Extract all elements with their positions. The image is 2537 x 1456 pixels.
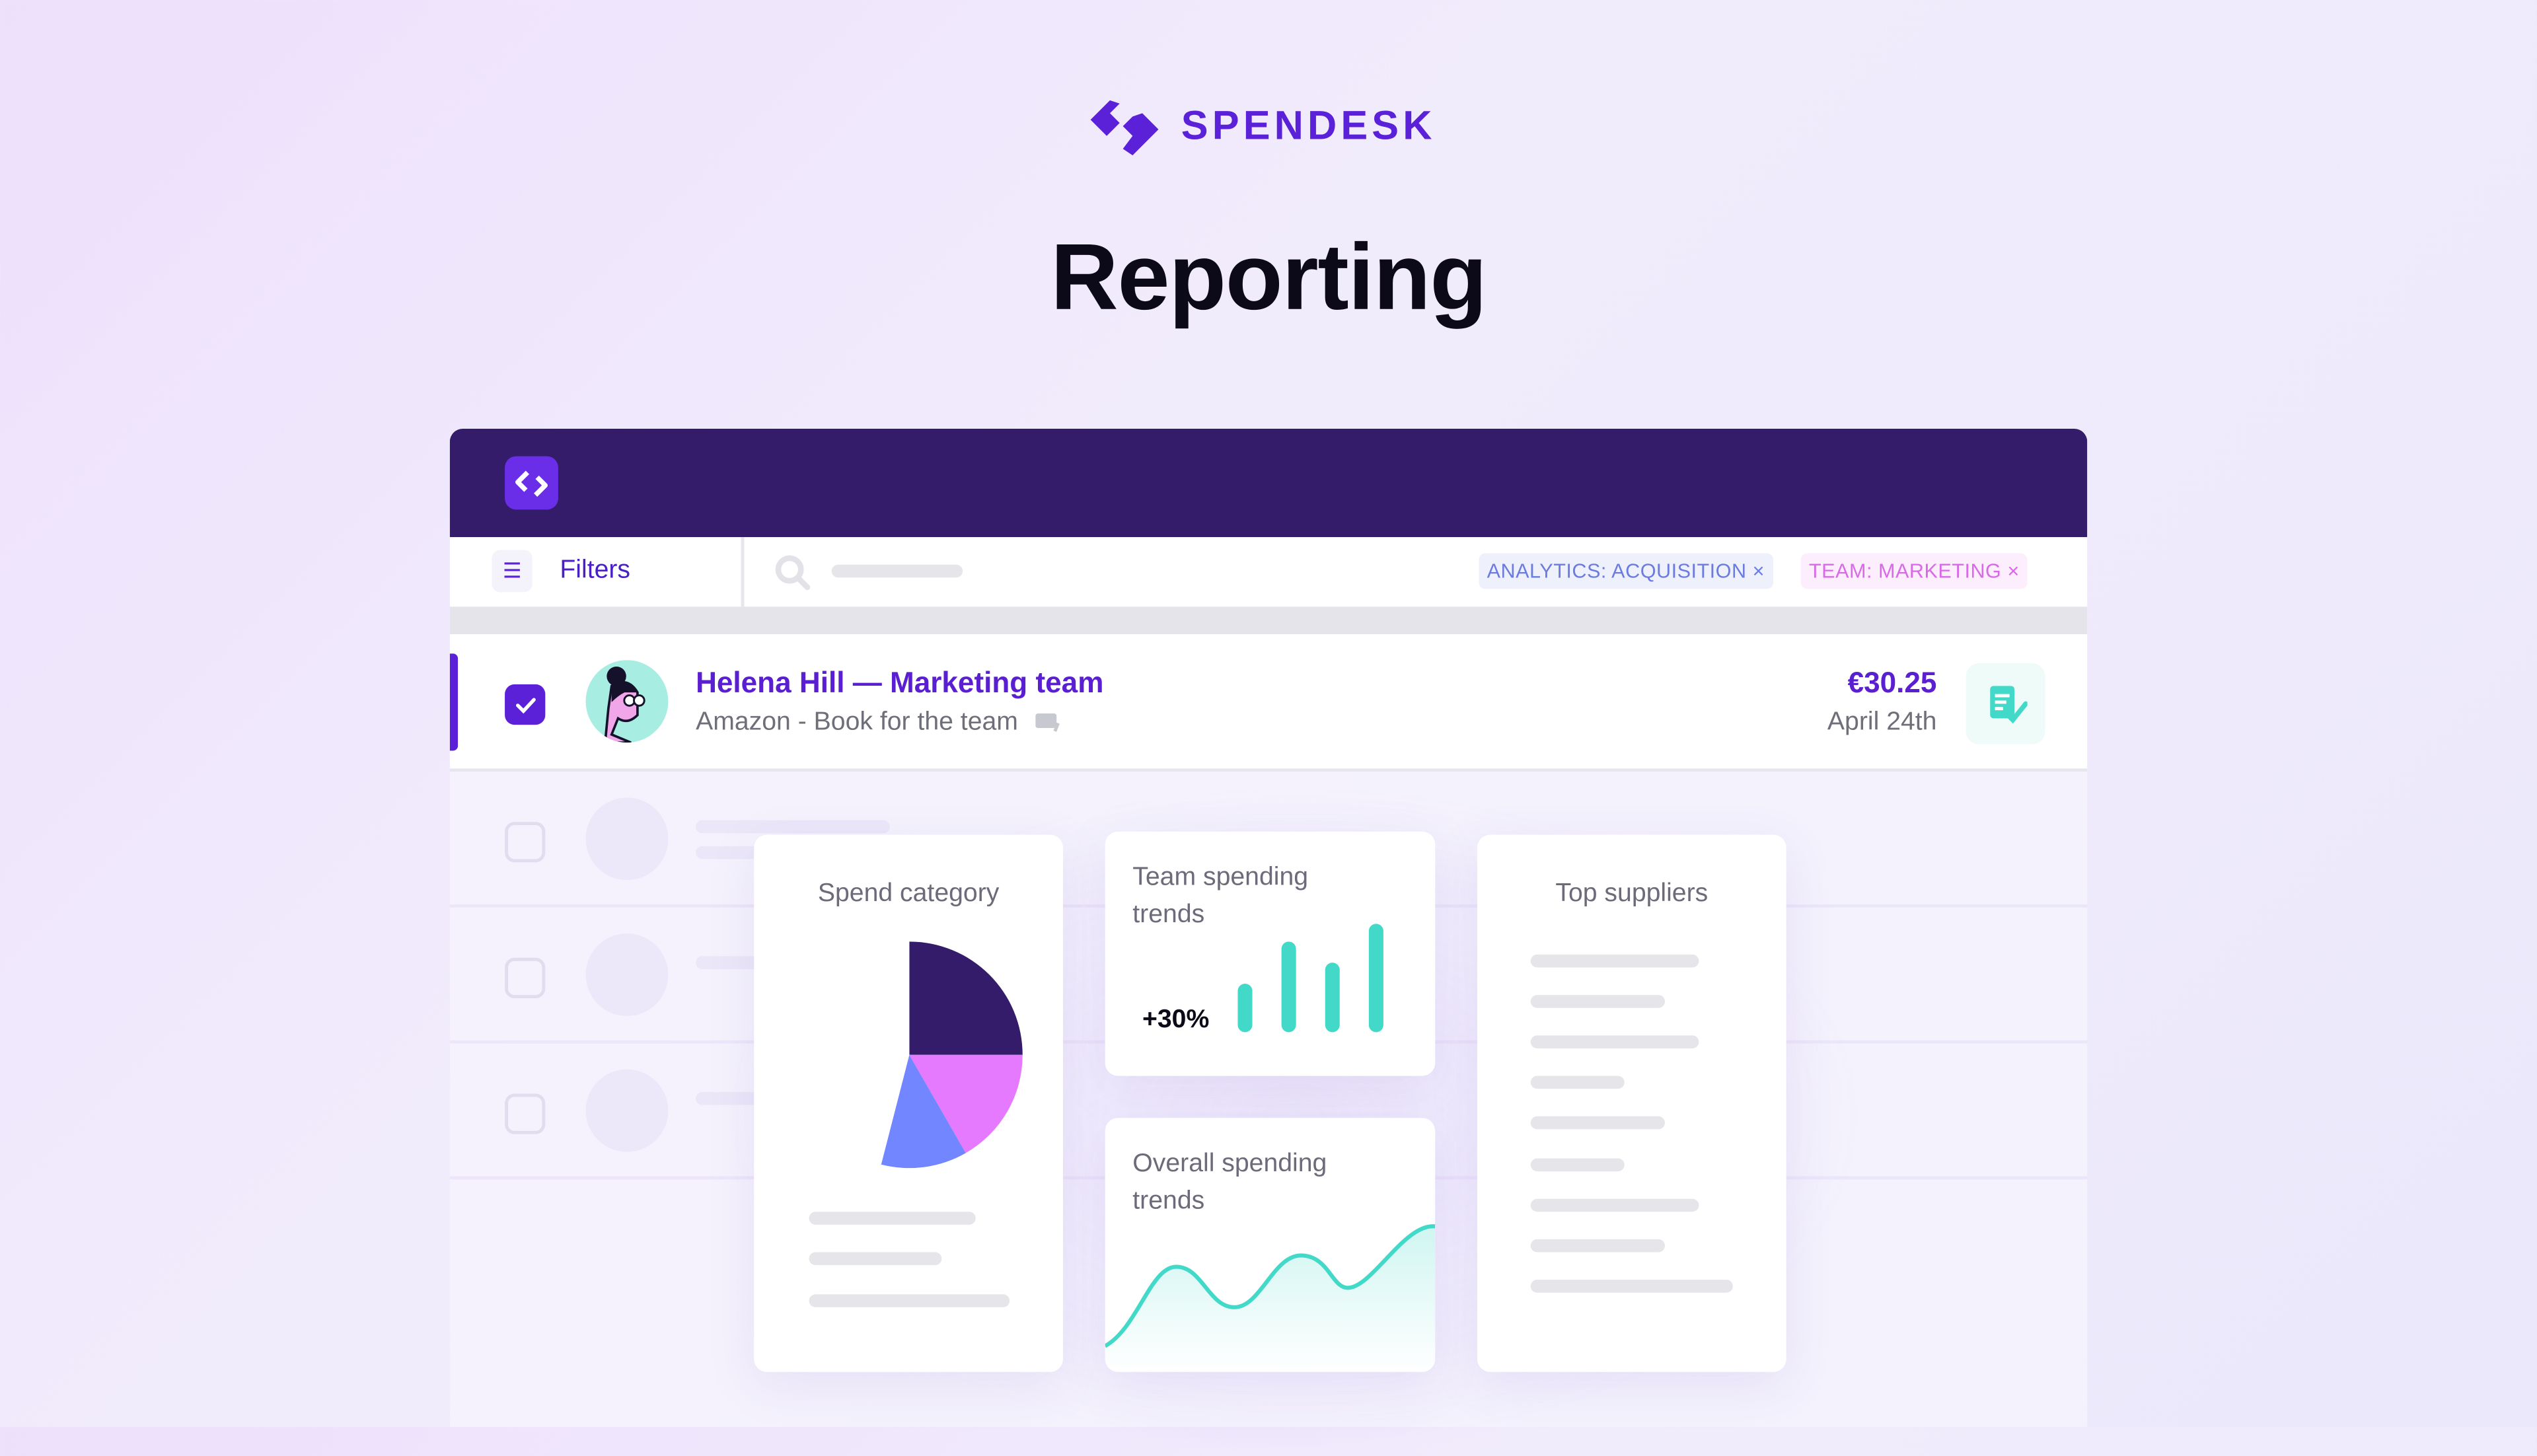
receipt-check-icon (1989, 686, 2027, 724)
spendesk-logo-icon (1090, 100, 1159, 156)
pie-slice (909, 941, 1023, 1055)
card-icon (1035, 713, 1060, 732)
filter-tag-analytics[interactable]: ANALYTICS: ACQUISITION × (1479, 553, 1773, 589)
spend-pie-chart (795, 941, 1023, 1169)
person-illustration-icon (604, 666, 645, 743)
supplier-placeholder (1530, 1280, 1733, 1293)
close-icon[interactable]: × (2007, 560, 2019, 582)
text-placeholder (696, 846, 761, 859)
legend-placeholder (809, 1212, 976, 1225)
row-checkbox[interactable] (505, 1093, 546, 1134)
area-fill (1105, 1226, 1436, 1372)
legend-placeholder (809, 1294, 1010, 1307)
table-header-band (449, 606, 2088, 635)
filter-bar: ☰ Filters ANALYTICS: ACQUISITION × TEAM:… (449, 537, 2088, 607)
tag-label: ANALYTICS: ACQUISITION (1487, 560, 1747, 583)
top-suppliers-card[interactable]: Top suppliers (1477, 834, 1786, 1372)
text-placeholder (696, 820, 890, 834)
text-placeholder (696, 1092, 761, 1105)
trend-bar (1325, 963, 1340, 1033)
avatar-placeholder (585, 933, 669, 1016)
supplier-placeholder (1530, 1158, 1625, 1172)
stage: SPENDESK Reporting ☰ Filters ANALYTICS: … (0, 0, 2537, 1456)
divider (741, 537, 745, 607)
row-subtitle: Amazon - Book for the team (696, 709, 1062, 738)
supplier-placeholder (1530, 1239, 1666, 1253)
selection-accent (449, 653, 459, 751)
trend-bar (1237, 983, 1253, 1033)
sliders-icon[interactable]: ☰ (492, 550, 533, 593)
receipt-button[interactable] (1966, 663, 2045, 745)
team-spending-trends-card[interactable]: Team spending trends +30% (1105, 831, 1436, 1076)
overall-spending-trends-card[interactable]: Overall spending trends (1105, 1118, 1436, 1372)
avatar-placeholder (585, 797, 669, 881)
check-icon (515, 697, 535, 713)
supplier-placeholder (1530, 1075, 1625, 1089)
brand-name: SPENDESK (1181, 102, 1436, 149)
spend-category-card[interactable]: Spend category (754, 834, 1063, 1372)
row-title[interactable]: Helena Hill — Marketing team (696, 667, 1103, 700)
avatar-placeholder (585, 1069, 669, 1152)
card-title: Spend category (817, 880, 1000, 908)
card-title: Top suppliers (1555, 880, 1709, 908)
supplier-placeholder (1530, 954, 1699, 968)
search-input[interactable] (831, 564, 963, 578)
app-header (449, 428, 2088, 538)
page-title: Reporting (1050, 225, 1487, 330)
legend-placeholder (809, 1252, 942, 1266)
row-date: April 24th (1827, 708, 1937, 737)
team-bar-chart (1105, 832, 1436, 1076)
row-checkbox[interactable] (505, 684, 546, 725)
tag-label: TEAM: MARKETING (1808, 560, 2002, 583)
filter-tag-team[interactable]: TEAM: MARKETING × (1800, 553, 2028, 589)
spendesk-logo-icon (514, 470, 547, 496)
table-row-selected[interactable]: Helena Hill — Marketing team Amazon - Bo… (449, 634, 2088, 772)
supplier-placeholder (1530, 1116, 1666, 1130)
row-checkbox[interactable] (505, 957, 546, 999)
search-icon (775, 555, 811, 591)
supplier-placeholder (1530, 995, 1666, 1008)
text-placeholder (696, 956, 761, 969)
row-amount: €30.25 (1847, 666, 1937, 699)
supplier-placeholder (1530, 1035, 1699, 1048)
row-checkbox[interactable] (505, 822, 546, 863)
filters-button[interactable]: Filters (560, 556, 630, 585)
trend-bar (1281, 941, 1296, 1033)
close-icon[interactable]: × (1753, 560, 1765, 582)
brand: SPENDESK (1087, 97, 1436, 156)
supplier-placeholder (1530, 1198, 1699, 1212)
app-logo[interactable] (505, 456, 558, 510)
trend-bar (1368, 924, 1383, 1033)
overall-area-chart (1105, 1224, 1436, 1372)
row-description: Amazon - Book for the team (696, 708, 1018, 737)
avatar (585, 660, 669, 743)
